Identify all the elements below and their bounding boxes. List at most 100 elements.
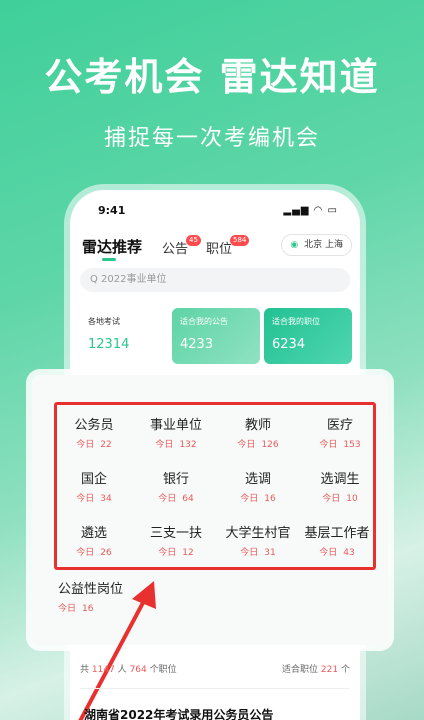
category-name: 事业单位 (149, 418, 202, 433)
today-label: 今日 (322, 494, 341, 504)
category-item[interactable]: 事业单位 今日 132 (136, 414, 216, 450)
fit-prefix: 适合职位 (282, 665, 319, 675)
active-tab-underline (102, 258, 116, 261)
stat-card-value: 4233 (180, 337, 214, 352)
category-item[interactable]: 三支一扶 今日 12 (136, 522, 216, 558)
category-name: 三支一扶 (149, 526, 202, 541)
total-people: 1147 (91, 665, 115, 675)
category-today: 今日 126 (218, 437, 298, 450)
today-count: 10 (346, 494, 358, 504)
category-today: 今日 10 (300, 491, 380, 504)
search-input[interactable]: Q 2022事业单位 (80, 268, 350, 292)
fit-count: 221 (320, 665, 339, 675)
category-item[interactable]: 选调生 今日 10 (300, 468, 380, 504)
today-label: 今日 (158, 494, 177, 504)
status-time: 9:41 (98, 204, 126, 217)
tab-positions[interactable]: 职位 584 (206, 235, 250, 257)
stat-card-positions[interactable]: 适合我的职位 6234 (264, 308, 352, 364)
total-prefix: 共 (80, 665, 90, 675)
category-name: 医疗 (326, 418, 353, 433)
stat-card-announcements[interactable]: 适合我的公告 4233 (172, 308, 260, 364)
today-count: 64 (182, 494, 194, 504)
fit-jobs: 适合职位 221 个 (282, 662, 350, 675)
category-today: 今日 64 (136, 491, 216, 504)
today-count: 16 (264, 494, 276, 504)
category-today: 今日 16 (218, 491, 298, 504)
tab-announcements-label: 公告 (162, 242, 189, 257)
category-item[interactable]: 大学生村官 今日 31 (214, 522, 302, 558)
location-selector[interactable]: ◉ 北京 上海 (281, 234, 352, 256)
tab-positions-label: 职位 (206, 242, 233, 257)
category-today: 今日 43 (298, 545, 376, 558)
stat-card-label: 适合我的公告 (180, 317, 228, 326)
top-nav: 雷达推荐 公告 45 职位 584 ◉ 北京 上海 (82, 234, 352, 261)
today-label: 今日 (158, 548, 177, 558)
announcements-badge: 45 (186, 235, 201, 246)
category-today: 今日 12 (136, 545, 216, 558)
category-name: 选调生 (320, 472, 360, 487)
category-today: 今日 31 (214, 545, 302, 558)
category-item[interactable]: 选调 今日 16 (218, 468, 298, 504)
location-label: 北京 上海 (304, 240, 343, 250)
total-jobs: 764 (129, 665, 147, 675)
category-today: 今日 153 (300, 437, 380, 450)
today-label: 今日 (240, 494, 259, 504)
divider (80, 688, 350, 689)
category-name: 国企 (80, 472, 107, 487)
fit-unit: 个 (340, 665, 350, 675)
today-count: 126 (261, 440, 279, 450)
category-today: 今日 26 (54, 545, 134, 558)
stat-card-label: 各地考试 (88, 317, 120, 326)
category-name: 大学生村官 (225, 526, 291, 541)
category-name: 教师 (244, 418, 271, 433)
bottom-stats: 共 1147 人 764 个职位 适合职位 221 个 (80, 662, 350, 675)
today-label: 今日 (240, 548, 259, 558)
today-label: 今日 (237, 440, 256, 450)
category-name: 基层工作者 (304, 526, 370, 541)
location-pin-icon: ◉ (290, 240, 299, 250)
tab-radar-recommend[interactable]: 雷达推荐 (82, 236, 142, 257)
hero-title: 公考机会 雷达知道 (44, 55, 380, 99)
category-item[interactable]: 银行 今日 64 (136, 468, 216, 504)
signal-wifi-battery-icon: ▂▄▆ ◠ ▭ (283, 205, 338, 216)
today-count: 132 (179, 440, 197, 450)
today-count: 43 (343, 548, 355, 558)
stat-card-value: 6234 (272, 337, 306, 352)
stat-card-label: 适合我的职位 (272, 317, 320, 326)
category-today: 今日 34 (54, 491, 134, 504)
today-label: 今日 (76, 440, 95, 450)
tab-announcements[interactable]: 公告 45 (162, 235, 201, 257)
today-label: 今日 (319, 548, 338, 558)
jobs-unit: 个职位 (149, 665, 177, 675)
today-count: 34 (100, 494, 112, 504)
today-count: 22 (100, 440, 112, 450)
today-label: 今日 (76, 548, 95, 558)
today-count: 26 (100, 548, 112, 558)
stat-cards: 各地考试 12314 适合我的公告 4233 适合我的职位 6234 (80, 308, 352, 366)
category-name: 选调 (244, 472, 271, 487)
category-name: 公务员 (74, 418, 114, 433)
category-item[interactable]: 医疗 今日 153 (300, 414, 380, 450)
category-item[interactable]: 遴选 今日 26 (54, 522, 134, 558)
today-label: 今日 (155, 440, 174, 450)
category-item[interactable]: 教师 今日 126 (218, 414, 298, 450)
today-label: 今日 (76, 494, 95, 504)
category-today: 今日 132 (136, 437, 216, 450)
hero-subtitle: 捕捉每一次考编机会 (103, 126, 320, 151)
today-count: 153 (343, 440, 361, 450)
pointer-arrow-icon (78, 581, 156, 720)
today-count: 31 (264, 548, 276, 558)
category-name: 遴选 (80, 526, 107, 541)
category-item[interactable]: 基层工作者 今日 43 (298, 522, 376, 558)
article-title[interactable]: 湖南省2022年考试录用公务员公告 (84, 706, 273, 720)
people-unit: 人 (117, 665, 127, 675)
category-today: 今日 22 (54, 437, 134, 450)
category-item[interactable]: 公务员 今日 22 (54, 414, 134, 450)
stat-card-value: 12314 (88, 337, 130, 352)
category-name: 银行 (162, 472, 189, 487)
stat-card-exams[interactable]: 各地考试 12314 (80, 308, 168, 364)
status-bar: 9:41 ▂▄▆ ◠ ▭ (70, 202, 360, 222)
positions-badge: 584 (230, 235, 250, 246)
category-item[interactable]: 国企 今日 34 (54, 468, 134, 504)
today-count: 12 (182, 548, 194, 558)
